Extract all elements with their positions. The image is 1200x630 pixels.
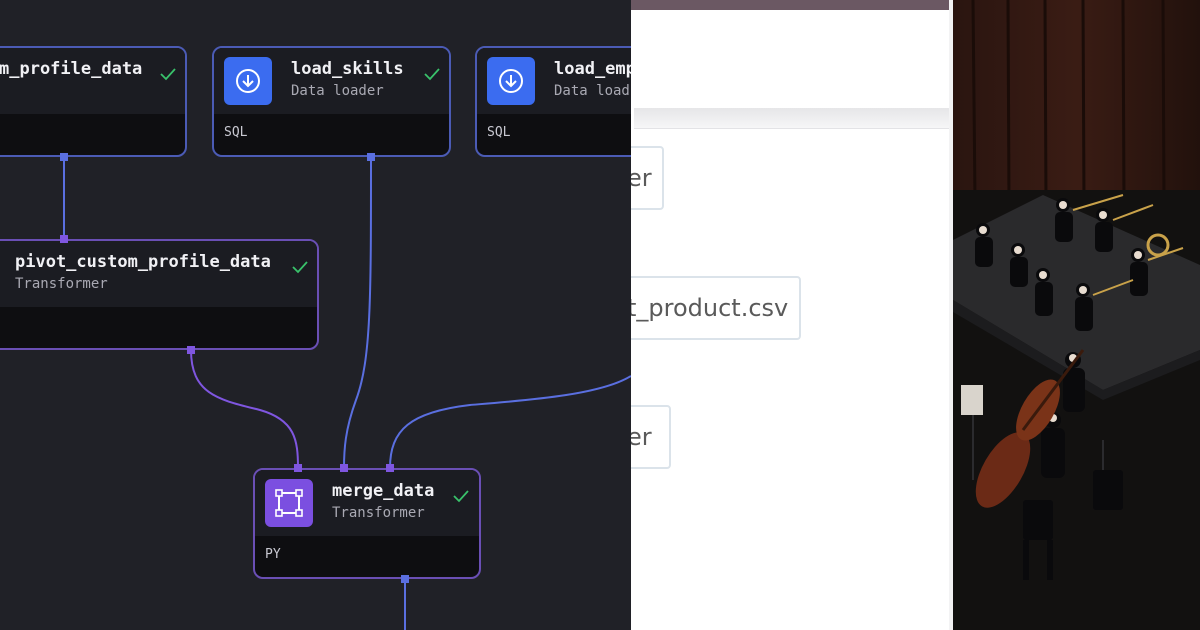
block-type: Data loader — [291, 83, 384, 99]
check-icon — [424, 68, 440, 81]
file-item[interactable]: t_product.csv — [631, 276, 801, 340]
edge-emp-to-merge — [389, 375, 631, 469]
block-header: load_skills Data loader — [214, 48, 449, 114]
orchestra-photo — [953, 0, 1200, 630]
block-language: SQL — [487, 125, 511, 140]
block-type: Data load — [554, 83, 630, 99]
input-port[interactable] — [294, 464, 302, 472]
output-port[interactable] — [401, 575, 409, 583]
block-name: m_profile_data — [0, 59, 143, 79]
file-item[interactable]: er — [631, 146, 664, 210]
block-type: Transformer — [15, 276, 108, 292]
file-item-label: er — [631, 423, 652, 451]
block-name: merge_data — [332, 481, 435, 501]
block-language: SQL — [224, 125, 248, 140]
output-port[interactable] — [187, 346, 195, 354]
block-load-skills[interactable]: load_skills Data loader SQL — [212, 46, 451, 157]
block-custom-profile-data[interactable]: m_profile_data — [0, 46, 187, 157]
block-type: Transformer — [332, 505, 425, 521]
download-circle-icon — [224, 57, 272, 105]
block-load-emp[interactable]: load_emp Data load SQL — [475, 46, 631, 157]
output-port[interactable] — [367, 153, 375, 161]
download-circle-icon — [487, 57, 535, 105]
block-language: PY — [265, 547, 281, 562]
block-merge-data[interactable]: merge_data Transformer PY — [253, 468, 481, 579]
block-pivot-custom-profile-data[interactable]: pivot_custom_profile_data Transformer — [0, 239, 319, 350]
check-icon — [160, 68, 176, 81]
block-header: merge_data Transformer — [255, 470, 479, 536]
file-list-panel: er t_product.csv er — [631, 0, 953, 630]
block-name: load_skills — [291, 59, 404, 79]
file-item-label: t_product.csv — [631, 294, 789, 322]
check-icon — [453, 490, 469, 503]
edge-skills-to-merge — [343, 156, 372, 469]
block-name: load_emp — [554, 59, 631, 79]
block-name: pivot_custom_profile_data — [15, 252, 271, 272]
output-port[interactable] — [60, 153, 68, 161]
pipeline-canvas[interactable]: m_profile_data load_skills Data loader S… — [0, 0, 631, 630]
file-item-label: er — [631, 164, 652, 192]
input-port[interactable] — [340, 464, 348, 472]
input-port[interactable] — [60, 235, 68, 243]
transform-square-icon — [265, 479, 313, 527]
input-port[interactable] — [386, 464, 394, 472]
block-header: load_emp Data load — [477, 48, 631, 114]
check-icon — [292, 261, 308, 274]
window-top-bar — [631, 0, 949, 10]
edge-pivot-to-merge — [190, 349, 299, 469]
block-header: m_profile_data — [0, 48, 185, 114]
block-header: pivot_custom_profile_data Transformer — [0, 241, 317, 307]
panel-divider — [634, 108, 950, 129]
orchestra-photo-image — [953, 0, 1200, 630]
file-item[interactable]: er — [631, 405, 671, 469]
